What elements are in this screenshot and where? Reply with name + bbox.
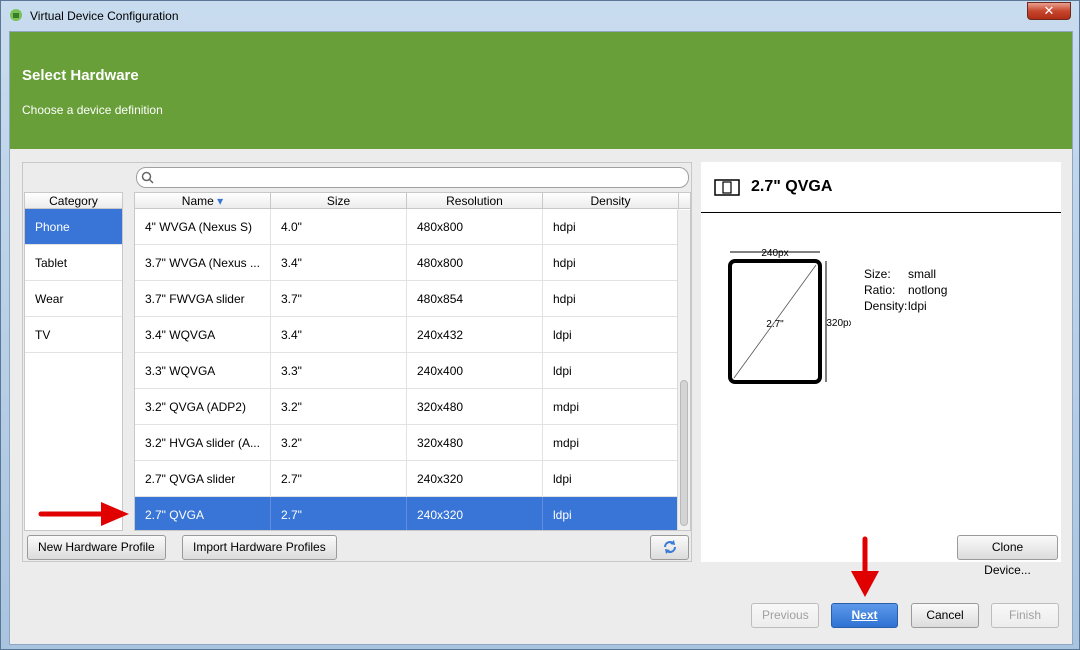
category-item-wear[interactable]: Wear xyxy=(25,281,122,317)
close-icon: ✕ xyxy=(1043,3,1055,18)
cell-resolution: 240x400 xyxy=(407,353,543,388)
device-outline-diagram: 240px 2.7" 320px xyxy=(728,248,854,384)
cell-name: 3.2" QVGA (ADP2) xyxy=(135,389,271,424)
vertical-scrollbar[interactable] xyxy=(677,210,690,530)
cell-size: 3.2" xyxy=(271,425,407,460)
cell-size: 3.7" xyxy=(271,281,407,316)
cell-name: 2.7" QVGA slider xyxy=(135,461,271,496)
column-header-resolution[interactable]: Resolution xyxy=(407,193,543,208)
table-row[interactable]: 4" WVGA (Nexus S) 4.0" 480x800 hdpi xyxy=(135,209,690,245)
cell-resolution: 320x480 xyxy=(407,425,543,460)
refresh-icon xyxy=(663,540,676,554)
cell-size: 3.4" xyxy=(271,317,407,352)
detail-header: 2.7" QVGA xyxy=(701,162,1061,213)
device-detail-panel: 2.7" QVGA 240px 2.7" 320px Size: small R… xyxy=(701,162,1061,577)
cancel-button[interactable]: Cancel xyxy=(911,603,979,628)
table-row[interactable]: 3.7" FWVGA slider 3.7" 480x854 hdpi xyxy=(135,281,690,317)
table-row[interactable]: 2.7" QVGA 2.7" 240x320 ldpi xyxy=(135,497,690,530)
cell-size: 2.7" xyxy=(271,461,407,496)
cell-density: ldpi xyxy=(543,497,679,530)
dialog-content: Select Hardware Choose a device definiti… xyxy=(9,31,1073,645)
close-button[interactable]: ✕ xyxy=(1027,2,1071,20)
category-item-tablet[interactable]: Tablet xyxy=(25,245,122,281)
cell-density: hdpi xyxy=(543,245,679,280)
cell-density: mdpi xyxy=(543,389,679,424)
cell-resolution: 480x800 xyxy=(407,209,543,244)
new-hardware-profile-button[interactable]: New Hardware Profile xyxy=(27,535,166,560)
sort-descending-icon: ▾ xyxy=(217,194,224,208)
clone-device-button[interactable]: Clone Device... xyxy=(957,535,1058,577)
cell-name: 4" WVGA (Nexus S) xyxy=(135,209,271,244)
dialog-window: Virtual Device Configuration ✕ Select Ha… xyxy=(0,0,1080,650)
cell-resolution: 240x320 xyxy=(407,461,543,496)
column-header-size[interactable]: Size xyxy=(271,193,407,208)
title-bar[interactable]: Virtual Device Configuration ✕ xyxy=(1,1,1079,31)
page-title: Select Hardware xyxy=(22,67,139,84)
cell-density: hdpi xyxy=(543,209,679,244)
table-row[interactable]: 3.2" HVGA slider (A... 3.2" 320x480 mdpi xyxy=(135,425,690,461)
cell-size: 3.2" xyxy=(271,389,407,424)
search-field[interactable] xyxy=(136,167,689,188)
cell-size: 2.7" xyxy=(271,497,407,530)
next-button[interactable]: Next xyxy=(831,603,898,628)
table-row[interactable]: 3.4" WQVGA 3.4" 240x432 ldpi xyxy=(135,317,690,353)
import-hardware-profiles-button[interactable]: Import Hardware Profiles xyxy=(182,535,337,560)
next-button-label: Next xyxy=(851,608,878,622)
cell-name: 3.7" WVGA (Nexus ... xyxy=(135,245,271,280)
height-label: 320px xyxy=(826,318,851,329)
cell-resolution: 320x480 xyxy=(407,389,543,424)
scrollbar-thumb[interactable] xyxy=(680,380,688,526)
table-header: Name ▾ Size Resolution Density xyxy=(135,193,690,209)
cell-name: 3.3" WQVGA xyxy=(135,353,271,388)
table-row[interactable]: 2.7" QVGA slider 2.7" 240x320 ldpi xyxy=(135,461,690,497)
device-specs: Size: small Ratio: notlong Density: ldpi xyxy=(864,266,947,314)
device-title: 2.7" QVGA xyxy=(751,178,833,195)
spec-ratio: Ratio: notlong xyxy=(864,283,948,297)
cell-resolution: 240x320 xyxy=(407,497,543,530)
category-list: Category Phone Tablet Wear TV xyxy=(24,192,123,531)
cell-size: 3.3" xyxy=(271,353,407,388)
cell-resolution: 480x800 xyxy=(407,245,543,280)
category-header: Category xyxy=(25,193,122,209)
cell-density: ldpi xyxy=(543,317,679,352)
column-header-name[interactable]: Name ▾ xyxy=(135,193,271,208)
category-item-tv[interactable]: TV xyxy=(25,317,122,353)
previous-button[interactable]: Previous xyxy=(751,603,819,628)
table-row[interactable]: 3.3" WQVGA 3.3" 240x400 ldpi xyxy=(135,353,690,389)
android-studio-icon xyxy=(10,9,22,21)
cell-size: 3.4" xyxy=(271,245,407,280)
page-subtitle: Choose a device definition xyxy=(22,103,163,117)
category-item-phone[interactable]: Phone xyxy=(25,209,122,245)
finish-button[interactable]: Finish xyxy=(991,603,1059,628)
cell-resolution: 240x432 xyxy=(407,317,543,352)
header-banner: Select Hardware Choose a device definiti… xyxy=(10,32,1072,149)
cell-density: ldpi xyxy=(543,461,679,496)
refresh-button[interactable] xyxy=(650,535,689,560)
cell-name: 3.2" HVGA slider (A... xyxy=(135,425,271,460)
spec-density: Density: ldpi xyxy=(864,299,927,313)
table-row[interactable]: 3.7" WVGA (Nexus ... 3.4" 480x800 hdpi xyxy=(135,245,690,281)
diagonal-label: 2.7" xyxy=(766,319,784,330)
search-icon xyxy=(141,171,154,184)
cell-name: 3.7" FWVGA slider xyxy=(135,281,271,316)
cell-name: 3.4" WQVGA xyxy=(135,317,271,352)
annotation-arrow-down-icon xyxy=(851,536,879,597)
device-table: Name ▾ Size Resolution Density 4" WVGA (… xyxy=(134,192,691,531)
annotation-arrow-right-icon xyxy=(38,502,129,526)
cell-name: 2.7" QVGA xyxy=(135,497,271,530)
cell-size: 4.0" xyxy=(271,209,407,244)
table-body: 4" WVGA (Nexus S) 4.0" 480x800 hdpi 3.7" WVG… xyxy=(135,209,690,530)
width-label: 240px xyxy=(761,248,788,259)
table-row[interactable]: 3.2" QVGA (ADP2) 3.2" 320x480 mdpi xyxy=(135,389,690,425)
cell-resolution: 480x854 xyxy=(407,281,543,316)
cell-density: ldpi xyxy=(543,353,679,388)
phone-tablet-icon xyxy=(714,179,740,196)
column-header-density[interactable]: Density xyxy=(543,193,679,208)
cell-density: mdpi xyxy=(543,425,679,460)
cell-density: hdpi xyxy=(543,281,679,316)
device-preview: 240px 2.7" 320px xyxy=(716,246,854,386)
window-title: Virtual Device Configuration xyxy=(30,9,179,23)
spec-size: Size: small xyxy=(864,267,937,281)
